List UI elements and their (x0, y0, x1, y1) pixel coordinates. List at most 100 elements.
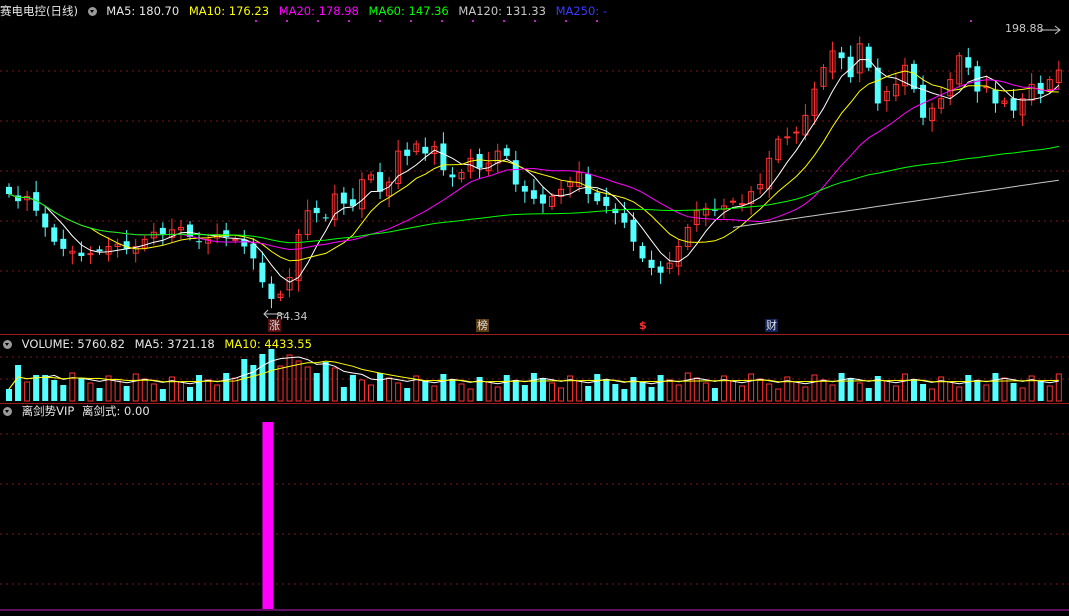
volume-bar (6, 389, 12, 401)
volume-bar (503, 375, 510, 401)
volume-chart[interactable] (0, 335, 1069, 403)
volume-bar (530, 373, 537, 401)
volume-bar (123, 386, 130, 401)
volume-bar (431, 385, 438, 402)
candle-body (730, 200, 736, 203)
volume-bar (277, 365, 284, 402)
indicator-spike-bar (262, 422, 274, 609)
ma-dot (286, 20, 288, 22)
candle-body (196, 241, 203, 243)
marker-bang[interactable]: 榜 (476, 319, 489, 332)
candle-body (159, 227, 166, 235)
volume-bar (114, 380, 121, 402)
ma-dot (410, 20, 412, 22)
volume-bar (892, 385, 899, 402)
ma-dot (348, 20, 350, 22)
volume-bar (268, 349, 275, 401)
volume-bar (838, 373, 845, 401)
volume-bar (304, 366, 311, 402)
volume-bar (150, 383, 157, 402)
volume-bar (214, 384, 221, 402)
candle-body (187, 224, 193, 237)
volume-bar (965, 375, 972, 401)
candle-body (965, 57, 972, 68)
volume-bar (802, 386, 809, 402)
volume-bar (51, 380, 58, 401)
candle-body (793, 131, 800, 134)
volume-bar (1046, 385, 1053, 402)
volume-bar (702, 382, 709, 402)
volume-bar (241, 359, 248, 401)
candle-body (594, 192, 601, 202)
candle-body (259, 262, 266, 283)
candle-body (422, 146, 429, 154)
volume-bar (983, 384, 990, 402)
volume-bar (911, 379, 917, 401)
marker-zhang[interactable]: 涨 (268, 319, 281, 332)
indicator-chart[interactable] (0, 404, 1069, 616)
volume-bar (159, 389, 166, 401)
volume-bar (585, 386, 592, 401)
volume-bar (295, 360, 302, 402)
ma-dot (255, 20, 257, 22)
candle-body (711, 209, 718, 211)
candle-body (648, 259, 655, 268)
candle-body (530, 190, 537, 199)
candle-body (865, 46, 872, 68)
volume-bar (657, 375, 664, 401)
volume-bar (901, 373, 908, 402)
volume-bar (648, 387, 655, 401)
volume-bar (856, 382, 863, 402)
ma-dot (565, 20, 567, 22)
volume-bar (87, 382, 94, 402)
volume-bar (1019, 387, 1026, 402)
candle-body (612, 208, 619, 214)
marker-cai[interactable]: 财 (765, 319, 778, 332)
candle-body (377, 172, 384, 192)
volume-bar (358, 379, 365, 402)
volume-bar (992, 373, 999, 401)
volume-bar (521, 385, 528, 401)
candle-body (60, 238, 67, 249)
volume-bar (141, 378, 148, 402)
candle-body (521, 185, 528, 192)
ma-dot (534, 20, 536, 22)
volume-bar (286, 354, 293, 402)
candle-body (657, 266, 664, 273)
volume-bar (576, 380, 583, 402)
candle-body (96, 249, 103, 252)
candle-body (1010, 98, 1017, 111)
volume-bar (440, 374, 447, 401)
candle-body (6, 186, 12, 195)
volume-bar (196, 375, 203, 401)
ma-dot (596, 20, 598, 22)
volume-bar (467, 388, 474, 402)
candle-body (1037, 82, 1044, 94)
price-chart[interactable] (0, 0, 1069, 334)
volume-bar (766, 383, 773, 402)
candle-body (621, 213, 628, 223)
candle-body (322, 217, 329, 219)
marker-dollar[interactable]: $ (638, 319, 648, 332)
volume-bar (1010, 383, 1017, 401)
volume-bar (259, 354, 266, 401)
volume-bar (42, 375, 49, 401)
volume-bar (422, 381, 429, 401)
volume-bar (187, 387, 193, 401)
volume-bar (883, 380, 890, 402)
candle-body (992, 89, 999, 104)
volume-bar (386, 377, 393, 402)
volume-bar (368, 384, 374, 402)
volume-bar (205, 379, 212, 402)
candle-body (78, 252, 85, 257)
candle-body (42, 213, 49, 228)
volume-bar (177, 381, 184, 402)
candle-body (313, 207, 320, 214)
volume-bar (78, 378, 85, 401)
volume-bar (956, 386, 963, 402)
volume-bar (974, 380, 981, 401)
volume-bar (331, 367, 338, 402)
volume-bar (947, 381, 954, 402)
volume-bar (730, 380, 736, 402)
volume-bar (621, 389, 628, 401)
